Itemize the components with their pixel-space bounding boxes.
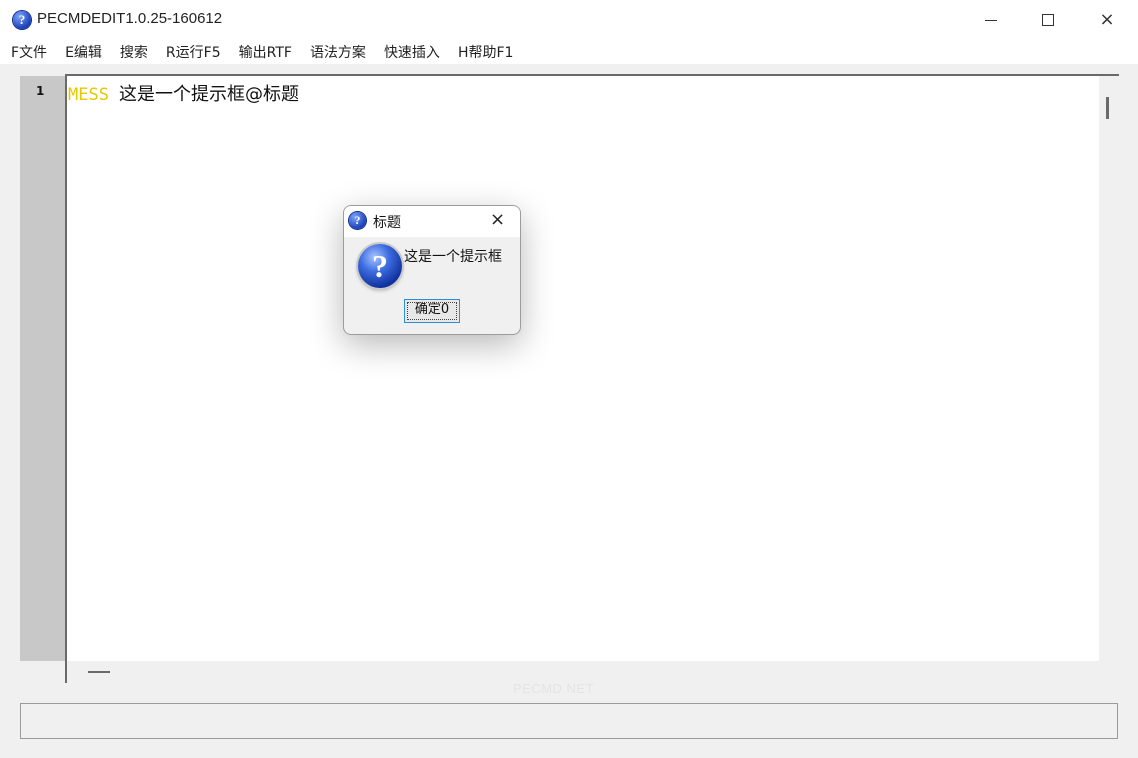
title-bar: ? PECMDEDIT1.0.25-160612 ×: [0, 0, 1138, 40]
vertical-scrollbar[interactable]: [1099, 76, 1119, 661]
menu-export-rtf[interactable]: 输出RTF: [228, 42, 299, 62]
menu-edit[interactable]: E编辑: [54, 42, 109, 62]
dialog-title: 标题: [373, 215, 401, 231]
dialog-message: 这是一个提示框: [404, 249, 502, 265]
menu-help[interactable]: H帮助F1: [447, 42, 521, 62]
minimize-button[interactable]: [962, 0, 1020, 40]
dialog-title-bar: ? 标题 ×: [344, 206, 520, 237]
code-editor[interactable]: [65, 74, 1119, 683]
line-number-gutter: [20, 76, 65, 661]
question-icon: ?: [358, 244, 402, 288]
status-bar: [20, 703, 1118, 739]
menu-search[interactable]: 搜索: [109, 42, 155, 62]
menu-quick-insert[interactable]: 快速插入: [373, 42, 447, 62]
vertical-scroll-thumb[interactable]: [1106, 97, 1109, 119]
ok-button[interactable]: 确定0: [404, 299, 460, 323]
code-keyword: MESS: [68, 85, 109, 105]
menu-run[interactable]: R运行F5: [155, 42, 228, 62]
minimize-icon: [985, 19, 997, 21]
menu-syntax-scheme[interactable]: 语法方案: [299, 42, 373, 62]
window-title: PECMDEDIT1.0.25-160612: [37, 10, 223, 27]
app-question-icon: ?: [13, 11, 31, 29]
maximize-button[interactable]: [1019, 0, 1077, 40]
menu-file[interactable]: F文件: [0, 42, 54, 62]
dialog-question-icon: ?: [349, 212, 366, 229]
menu-bar: F文件 E编辑 搜索 R运行F5 输出RTF 语法方案 快速插入 H帮助F1: [0, 40, 1138, 64]
close-icon: ×: [1099, 9, 1115, 30]
watermark: PECMD.NET: [513, 681, 595, 696]
horizontal-scroll-thumb[interactable]: [88, 671, 110, 673]
dialog-close-icon[interactable]: ×: [490, 209, 505, 231]
maximize-icon: [1042, 14, 1054, 26]
line-number: 1: [36, 84, 45, 98]
code-line-1[interactable]: MESS 这是一个提示框@标题: [68, 80, 299, 106]
horizontal-scrollbar[interactable]: [67, 661, 1119, 683]
close-button[interactable]: ×: [1078, 0, 1136, 40]
code-argument: 这是一个提示框@标题: [118, 84, 299, 105]
message-dialog: ? 标题 × ? 这是一个提示框 确定0: [343, 205, 521, 335]
